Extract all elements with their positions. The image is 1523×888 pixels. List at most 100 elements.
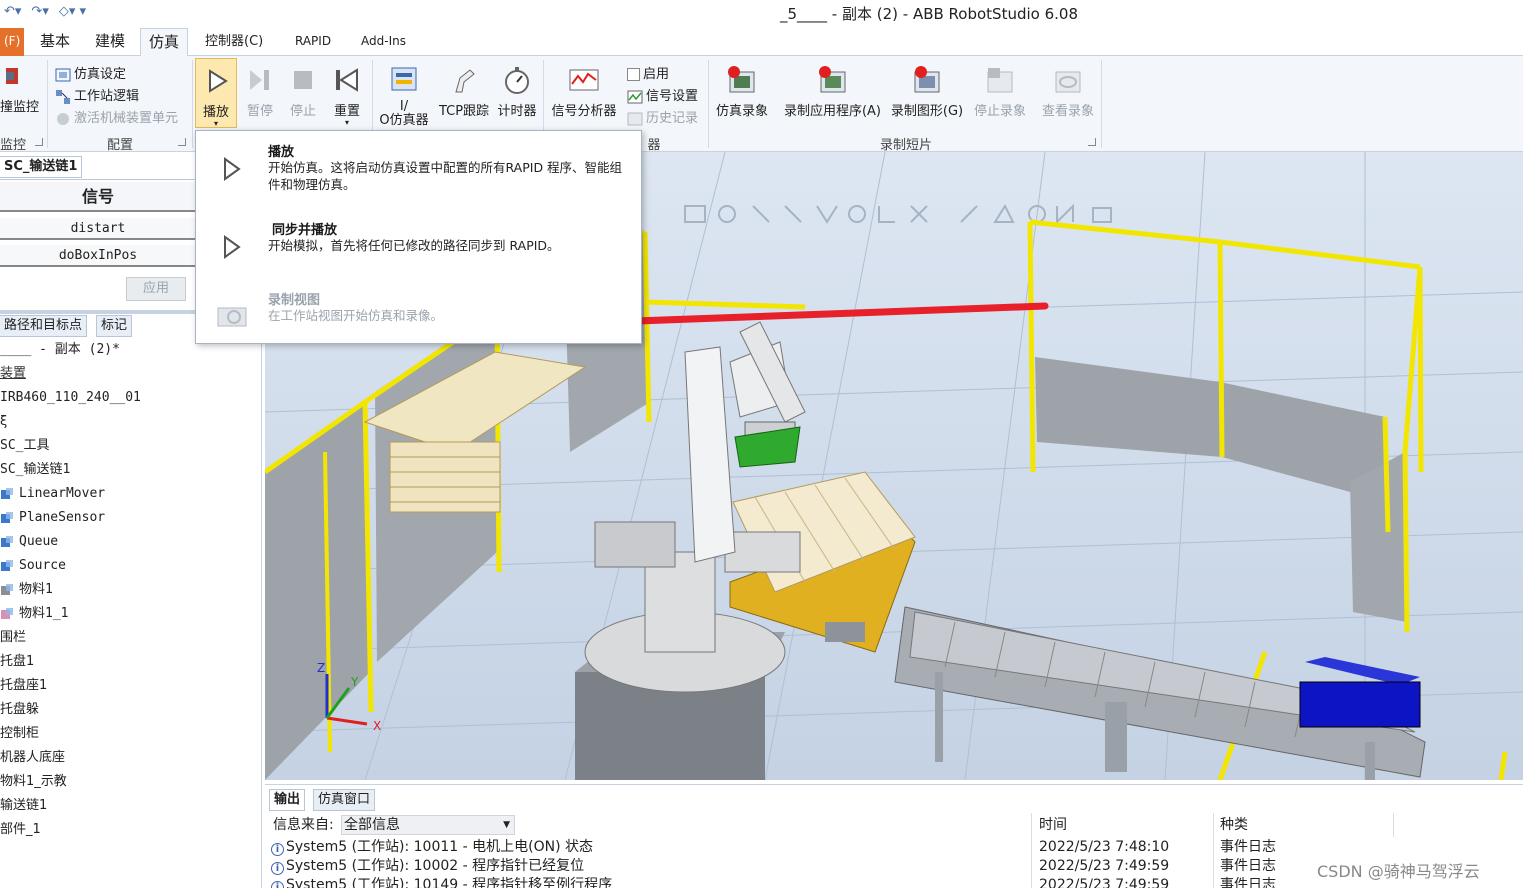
tree-item[interactable]: Source [0,555,66,577]
group-monitor-label: 监控 [0,138,27,153]
group-separator [47,60,48,148]
output-message-row[interactable]: i System5 (工作站): 10149 - 程序指针移至例行程序 [271,876,612,888]
output-time: 2022/5/23 7:49:59 [1039,877,1170,888]
menu-item-record-view[interactable]: 录制视图 在工作站视图开始仿真和录像。 [196,279,641,349]
source-select[interactable]: 全部信息 ▼ [341,815,515,835]
tree-item-label: ____ - 副本 (2)* [0,342,120,357]
activate-mechanism-button[interactable]: 激活机械装置单元 [55,108,178,129]
record-view-icon [216,304,250,330]
window-title: _5____ - 副本 (2) - ABB RobotStudio 6.08 [779,5,1078,23]
tree-item[interactable]: LinearMover [0,483,105,505]
output-message-row[interactable]: i System5 (工作站): 10002 - 程序指针已经复位 [271,857,584,876]
output-time: 2022/5/23 7:49:59 [1039,858,1170,874]
apply-button[interactable]: 应用 [126,277,186,301]
column-type-header[interactable]: 种类 [1220,813,1248,837]
tree-item[interactable]: 托盘1 [0,651,34,673]
tree-item[interactable]: 机器人底座 [0,747,65,769]
tree-item[interactable]: 托盘座1 [0,675,47,697]
tree-item[interactable]: Queue [0,531,58,553]
record-graphics-icon [911,64,943,96]
tree-item[interactable]: PlaneSensor [0,507,105,529]
tab-file[interactable]: (F) [0,28,25,56]
document-tab-conveyor[interactable]: SC_输送链1 [0,156,83,178]
reset-button[interactable]: 重置 ▾ [326,58,368,127]
column-time-header[interactable]: 时间 [1039,813,1067,837]
record-graphics-button[interactable]: 录制图形(G) [888,58,966,119]
tree-item[interactable]: 物料1_示教 [0,771,67,793]
signal-header: 信号 [0,182,196,212]
play-dropdown-icon[interactable]: ▾ [196,120,236,128]
sim-setup-button[interactable]: 仿真设定 [55,64,126,85]
menu-item-description: 开始仿真。这将启动仿真设置中配置的所有RAPID 程序、智能组件和物理仿真。 [268,160,623,192]
group-config-label: 配置 [106,138,133,153]
tab-output[interactable]: 输出 [269,789,306,811]
source-label: 信息来自: [273,817,334,833]
record-application-button[interactable]: 录制应用程序(A) [780,58,885,119]
tree-item-label: 输送链1 [0,798,48,813]
record-simulation-button[interactable]: 仿真录象 [711,58,773,119]
enable-label: 启用 [643,67,670,82]
signal-analyzer-button[interactable]: 信号分析器 [546,58,622,119]
record-sim-icon [726,64,758,96]
menu-item-play[interactable]: 播放 开始仿真。这将启动仿真设置中配置的所有RAPID 程序、智能组件和物理仿真… [196,131,641,201]
station-logic-button[interactable]: 工作站逻辑 [55,86,139,107]
pause-button[interactable]: 暂停 [240,58,280,119]
signal-setup-button[interactable]: 信号设置 [627,86,698,107]
reset-dropdown-icon[interactable]: ▾ [326,119,368,127]
tcp-trace-button[interactable]: TCP跟踪 [434,58,494,119]
tree-item[interactable]: 物料1_1 [0,603,68,625]
group-config-launcher-icon[interactable] [178,138,186,146]
output-type: 事件日志 [1220,839,1276,855]
signal-row-distart[interactable]: distart [0,218,196,240]
signal-setup-label: 信号设置 [646,89,699,104]
tree-item-label: Source [19,558,66,573]
tree-item[interactable]: 控制柜 [0,723,39,745]
tcp-trace-icon [448,64,480,96]
tab-paths-targets[interactable]: 路径和目标点 [0,315,88,337]
output-message: System5 (工作站): 10149 - 程序指针移至例行程序 [286,877,613,888]
group-monitor-launcher-icon[interactable] [35,138,43,146]
tree-item-label: SC_输送链1 [0,462,71,477]
tree-item[interactable]: ____ - 副本 (2)* [0,339,120,361]
signal-analyzer-label: 信号分析器 [551,104,617,119]
tree-item[interactable]: 托盘躲 [0,699,39,721]
snap-toolbar [684,203,1112,225]
play-button[interactable]: 播放 ▾ [195,58,237,128]
enable-checkbox[interactable]: 启用 [627,64,669,85]
io-simulator-button[interactable]: I/ O仿真器 [376,58,432,128]
info-icon: i [271,843,284,856]
tree-item[interactable]: 部件_1 [0,819,41,841]
tab-simulation-window[interactable]: 仿真窗口 [313,789,376,811]
view-recording-button[interactable]: 查看录象 [1037,58,1099,119]
stop-button[interactable]: 停止 [283,58,323,119]
group-record-launcher-icon[interactable] [1088,138,1096,146]
menu-item-sync-and-play[interactable]: 同步并播放 开始模拟，首先将任何已修改的路径同步到 RAPID。 [196,209,641,279]
tab-modeling[interactable]: 建模 [87,28,133,56]
tree-item[interactable]: 物料1 [0,579,53,601]
play-dropdown-menu: 播放 开始仿真。这将启动仿真设置中配置的所有RAPID 程序、智能组件和物理仿真… [195,130,642,344]
tree-item[interactable]: 输送链1 [0,795,47,817]
tab-controller[interactable]: 控制器(C) [197,28,271,56]
tab-basic[interactable]: 基本 [32,28,78,56]
tab-addins[interactable]: Add-Ins [353,28,414,56]
signal-row-doboxinpos[interactable]: doBoxInPos [0,245,196,267]
tree-item[interactable]: SC_工具 [0,435,49,457]
tree-item-label: 控制柜 [0,726,40,741]
pallet-stack [363,351,587,513]
tree-item[interactable]: 围栏 [0,627,26,649]
history-icon [627,111,643,127]
tree-item[interactable]: 装置 [0,363,26,385]
output-message-row[interactable]: i System5 (工作站): 10011 - 电机上电(ON) 状态 [271,838,593,857]
tab-simulation[interactable]: 仿真 [140,28,189,57]
tree-item[interactable]: SC_输送链1 [0,459,70,481]
tab-rapid[interactable]: RAPID [287,28,339,56]
reset-icon [331,64,363,96]
collision-monitor-button[interactable]: 撞监控 [0,56,44,115]
stop-recording-button[interactable]: 停止录象 [969,58,1031,119]
tree-item[interactable]: IRB460_110_240__01 [0,387,141,409]
mechanism-unit-icon [55,111,71,127]
timer-button[interactable]: 计时器 [494,58,540,119]
tab-tags[interactable]: 标记 [96,315,133,337]
history-button[interactable]: 历史记录 [627,108,698,129]
tree-item[interactable]: ξ [0,411,7,433]
